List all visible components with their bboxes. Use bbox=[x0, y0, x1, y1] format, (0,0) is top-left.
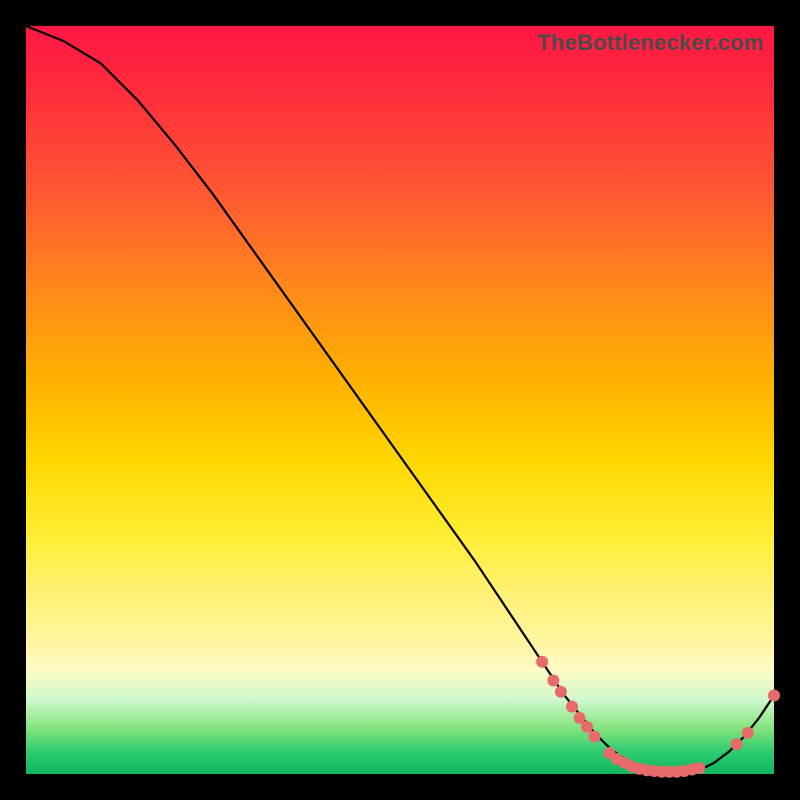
data-point bbox=[731, 738, 743, 750]
curve-layer bbox=[26, 26, 774, 774]
bottleneck-curve bbox=[26, 26, 774, 772]
data-point bbox=[547, 675, 559, 687]
plot-area: TheBottlenecker.com bbox=[26, 26, 774, 774]
data-point bbox=[581, 721, 593, 733]
data-point bbox=[693, 762, 705, 774]
data-point bbox=[588, 731, 600, 743]
data-point bbox=[768, 689, 780, 701]
data-point bbox=[555, 686, 567, 698]
chart-frame: TheBottlenecker.com bbox=[0, 0, 800, 800]
data-point bbox=[742, 727, 754, 739]
curve-markers bbox=[536, 656, 780, 778]
data-point bbox=[536, 656, 548, 668]
data-point bbox=[566, 701, 578, 713]
